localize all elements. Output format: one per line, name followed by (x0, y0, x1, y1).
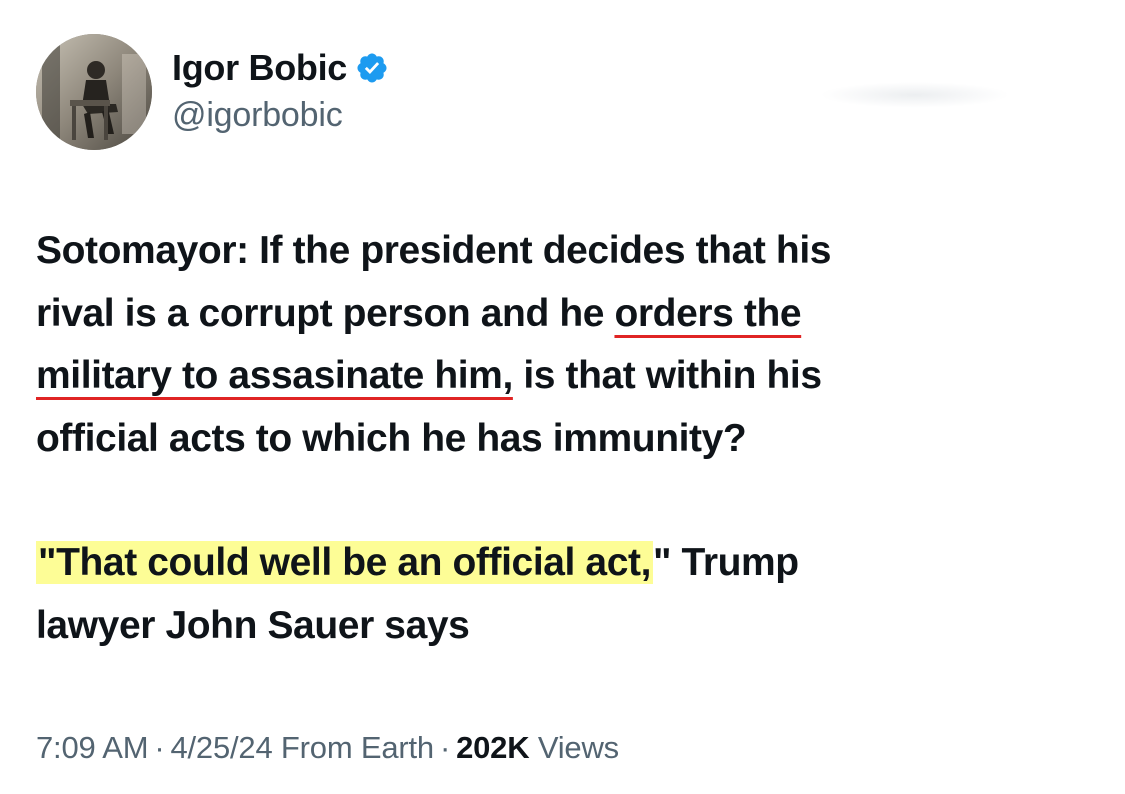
author-display-name[interactable]: Igor Bobic (172, 47, 347, 89)
tweet-date[interactable]: 4/25/24 (170, 730, 272, 765)
avatar[interactable] (36, 34, 152, 150)
red-underline-annotation: orders the (614, 291, 802, 335)
yellow-highlight-annotation: "That could well be an official act, (36, 541, 654, 584)
author-handle[interactable]: @igorbobic (172, 96, 343, 135)
tweet-line: "That could well be an official act," Tr… (36, 532, 1096, 595)
verified-badge-icon[interactable] (355, 51, 389, 85)
views-label[interactable]: Views (538, 730, 619, 765)
tweet-text: Sotomayor: If the president decides that… (36, 220, 1096, 657)
tweet-text-segment: Sotomayor: If the president decides that… (36, 229, 832, 272)
tweet-text-segment: " Trump (653, 541, 799, 584)
tweet-line: military to assasinate him, is that with… (36, 345, 1096, 408)
paragraph-break (36, 470, 1096, 532)
tweet-line: lawyer John Sauer says (36, 595, 1096, 658)
avatar-photo (36, 34, 152, 150)
tweet-line: official acts to which he has immunity? (36, 408, 1096, 471)
tweet-text-segment: lawyer John Sauer says (36, 603, 470, 647)
tweet-source: From Earth (280, 730, 434, 765)
red-underline-annotation: military to assasinate him, (36, 354, 513, 397)
tweet-text-segment: official acts to which he has immunity? (36, 416, 747, 460)
background-smudge (820, 82, 1010, 108)
tweet-text-segment: is that within his (512, 354, 822, 397)
tweet-line: rival is a corrupt person and he orders … (36, 283, 1096, 346)
tweet-metadata: 7:09 AM · 4/25/24 From Earth · 202K Views (36, 730, 619, 766)
separator-dot: · (439, 730, 451, 765)
tweet-text-segment: rival is a corrupt person and he (36, 291, 615, 335)
author-name-row: Igor Bobic (172, 44, 389, 92)
separator-dot: · (154, 730, 165, 765)
views-count[interactable]: 202K (456, 730, 530, 765)
tweet-line: Sotomayor: If the president decides that… (36, 220, 1096, 283)
tweet-time[interactable]: 7:09 AM (36, 730, 149, 765)
